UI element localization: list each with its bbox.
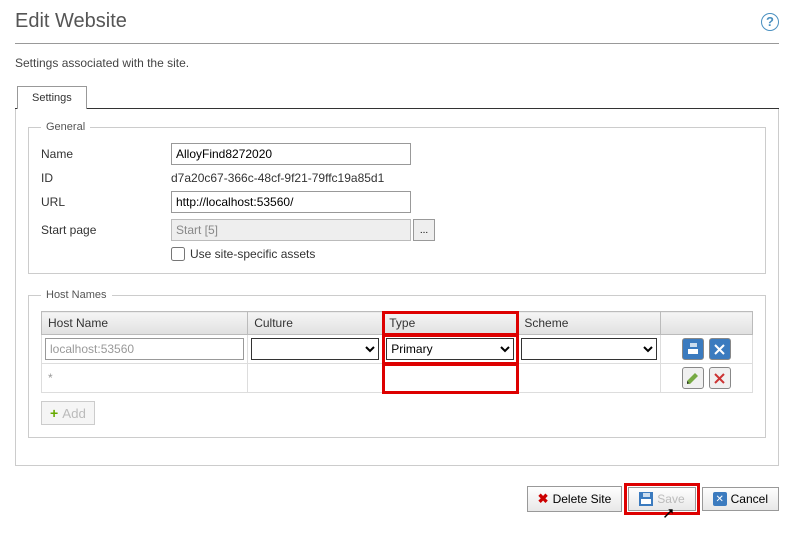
page-header: Edit Website ?: [15, 10, 779, 44]
cancel-button[interactable]: ✕ Cancel: [702, 487, 779, 511]
tab-strip: Settings: [15, 85, 779, 109]
startpage-browse-button[interactable]: ...: [413, 219, 435, 241]
startpage-label: Start page: [41, 223, 171, 237]
table-header-row: Host Name Culture Type Scheme: [42, 312, 753, 335]
sitespecific-checkbox[interactable]: [171, 247, 185, 261]
settings-panel: General Name ID d7a20c67-366c-48cf-9f21-…: [15, 109, 779, 466]
col-actions: [660, 312, 752, 335]
pencil-icon: [686, 372, 699, 385]
general-legend: General: [41, 121, 90, 133]
id-label: ID: [41, 171, 171, 185]
footer-actions: ✖ Delete Site Save ⭧ ✕ Cancel: [15, 486, 779, 512]
close-icon: ✕: [713, 492, 727, 506]
hostname-input[interactable]: [45, 338, 244, 360]
close-icon: [714, 373, 725, 384]
delete-label: Delete Site: [553, 492, 612, 506]
save-button[interactable]: Save ⭧: [628, 487, 695, 511]
close-icon: [714, 344, 725, 355]
hostname-wildcard: *: [42, 364, 248, 393]
delete-site-button[interactable]: ✖ Delete Site: [527, 486, 623, 512]
sitespecific-label: Use site-specific assets: [190, 247, 315, 261]
cursor-icon: ⭧: [663, 506, 673, 524]
row-cancel-button[interactable]: [709, 338, 731, 360]
row-url: URL: [41, 191, 753, 213]
name-label: Name: [41, 147, 171, 161]
row-id: ID d7a20c67-366c-48cf-9f21-79ffc19a85d1: [41, 171, 753, 185]
page-title: Edit Website: [15, 10, 127, 33]
hostnames-fieldset: Host Names Host Name Culture Type Scheme…: [28, 289, 766, 438]
floppy-icon: [686, 342, 700, 356]
add-label: Add: [62, 406, 86, 421]
url-label: URL: [41, 195, 171, 209]
close-icon: ✖: [538, 491, 549, 507]
culture-select[interactable]: [251, 338, 379, 360]
row-save-button[interactable]: [682, 338, 704, 360]
row-sitespecific: Use site-specific assets: [171, 247, 753, 261]
row-startpage: Start page Start [5] ...: [41, 219, 753, 241]
help-icon[interactable]: ?: [761, 13, 779, 31]
hostnames-legend: Host Names: [41, 289, 112, 301]
table-row: Primary: [42, 335, 753, 364]
type-select[interactable]: Primary: [386, 338, 514, 360]
name-input[interactable]: [171, 143, 411, 165]
row-remove-button[interactable]: [709, 367, 731, 389]
row-edit-button[interactable]: [682, 367, 704, 389]
col-hostname: Host Name: [42, 312, 248, 335]
col-culture: Culture: [248, 312, 383, 335]
col-type: Type: [383, 312, 518, 335]
general-fieldset: General Name ID d7a20c67-366c-48cf-9f21-…: [28, 121, 766, 274]
floppy-icon: [639, 492, 653, 506]
cancel-label: Cancel: [731, 492, 768, 506]
plus-icon: +: [50, 405, 58, 421]
scheme-select[interactable]: [521, 338, 656, 360]
id-value: d7a20c67-366c-48cf-9f21-79ffc19a85d1: [171, 171, 384, 185]
startpage-value: Start [5]: [171, 219, 411, 241]
hostnames-table: Host Name Culture Type Scheme Primary: [41, 311, 753, 393]
add-host-button[interactable]: + Add: [41, 401, 95, 425]
tab-settings[interactable]: Settings: [17, 86, 87, 109]
row-name: Name: [41, 143, 753, 165]
col-scheme: Scheme: [518, 312, 660, 335]
table-row: *: [42, 364, 753, 393]
page-subtitle: Settings associated with the site.: [15, 56, 779, 70]
url-input[interactable]: [171, 191, 411, 213]
save-label: Save: [657, 492, 684, 506]
